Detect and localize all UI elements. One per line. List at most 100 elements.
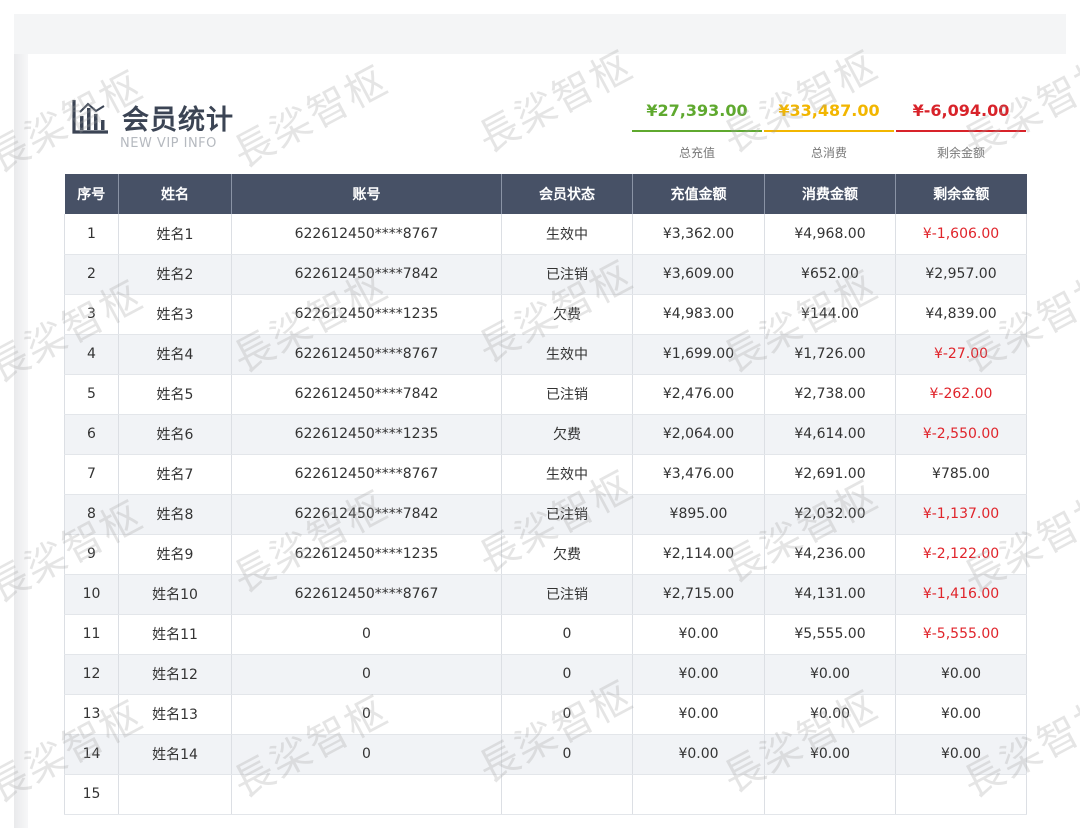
cell-name[interactable]: 姓名1 [118,214,232,255]
column-header-remaining[interactable]: 剩余金额 [895,174,1027,214]
cell-charge[interactable]: ¥2,114.00 [632,534,765,575]
cell-charge[interactable]: ¥2,064.00 [632,414,765,455]
cell-charge[interactable]: ¥2,715.00 [632,574,765,615]
cell-charge[interactable]: ¥0.00 [632,694,765,735]
table-row[interactable]: 1 姓名1 622612450****8767 生效中 ¥3,362.00 ¥4,968.… [64,214,1027,255]
cell-status[interactable]: 生效中 [501,454,633,495]
cell-status[interactable]: 已注销 [501,574,633,615]
table-row[interactable]: 4 姓名4 622612450****8767 生效中 ¥1,699.00 ¥1,726.… [64,334,1027,375]
cell-name[interactable] [118,774,232,815]
cell-name[interactable]: 姓名8 [118,494,232,535]
cell-spend[interactable]: ¥144.00 [764,294,896,335]
cell-charge[interactable] [632,774,765,815]
table-row[interactable]: 9 姓名9 622612450****1235 欠费 ¥2,114.00 ¥4,236.0… [64,534,1027,575]
cell-spend[interactable] [764,774,896,815]
cell-charge[interactable]: ¥3,609.00 [632,254,765,295]
cell-account[interactable]: 622612450****7842 [231,254,502,295]
cell-spend[interactable]: ¥5,555.00 [764,614,896,655]
cell-remaining[interactable] [895,774,1027,815]
cell-index[interactable]: 9 [64,534,119,575]
cell-spend[interactable]: ¥2,032.00 [764,494,896,535]
cell-index[interactable]: 6 [64,414,119,455]
cell-name[interactable]: 姓名13 [118,694,232,735]
table-row[interactable]: 10 姓名10 622612450****8767 已注销 ¥2,715.00 ¥4,13… [64,574,1027,615]
cell-index[interactable]: 1 [64,214,119,255]
cell-account[interactable] [231,774,502,815]
cell-status[interactable]: 0 [501,654,633,695]
column-header-charge[interactable]: 充值金额 [632,174,765,214]
table-row[interactable]: 3 姓名3 622612450****1235 欠费 ¥4,983.00 ¥144.00 ¥… [64,294,1027,335]
cell-name[interactable]: 姓名7 [118,454,232,495]
cell-remaining[interactable]: ¥0.00 [895,694,1027,735]
cell-index[interactable]: 11 [64,614,119,655]
cell-index[interactable]: 5 [64,374,119,415]
table-row[interactable]: 14 姓名14 0 0 ¥0.00 ¥0.00 ¥0.00 [64,734,1027,775]
cell-status[interactable]: 已注销 [501,254,633,295]
cell-status[interactable]: 欠费 [501,534,633,575]
cell-account[interactable]: 0 [231,654,502,695]
cell-remaining[interactable]: ¥-5,555.00 [895,614,1027,655]
cell-index[interactable]: 12 [64,654,119,695]
cell-account[interactable]: 622612450****1235 [231,414,502,455]
cell-account[interactable]: 622612450****8767 [231,574,502,615]
cell-status[interactable]: 0 [501,614,633,655]
cell-spend[interactable]: ¥0.00 [764,734,896,775]
cell-name[interactable]: 姓名2 [118,254,232,295]
cell-account[interactable]: 622612450****8767 [231,214,502,255]
cell-index[interactable]: 8 [64,494,119,535]
cell-spend[interactable]: ¥2,691.00 [764,454,896,495]
column-header-spend[interactable]: 消费金额 [764,174,896,214]
cell-remaining[interactable]: ¥-1,416.00 [895,574,1027,615]
column-header-index[interactable]: 序号 [64,174,119,214]
cell-status[interactable]: 欠费 [501,294,633,335]
cell-charge[interactable]: ¥0.00 [632,614,765,655]
cell-index[interactable]: 3 [64,294,119,335]
cell-account[interactable]: 622612450****7842 [231,374,502,415]
cell-name[interactable]: 姓名11 [118,614,232,655]
cell-remaining[interactable]: ¥-2,122.00 [895,534,1027,575]
cell-charge[interactable]: ¥3,476.00 [632,454,765,495]
cell-account[interactable]: 622612450****8767 [231,454,502,495]
cell-status[interactable]: 0 [501,734,633,775]
cell-spend[interactable]: ¥0.00 [764,694,896,735]
cell-charge[interactable]: ¥0.00 [632,654,765,695]
cell-status[interactable]: 生效中 [501,334,633,375]
cell-account[interactable]: 622612450****1235 [231,294,502,335]
cell-charge[interactable]: ¥4,983.00 [632,294,765,335]
cell-spend[interactable]: ¥652.00 [764,254,896,295]
cell-charge[interactable]: ¥0.00 [632,734,765,775]
cell-status[interactable]: 已注销 [501,494,633,535]
cell-status[interactable] [501,774,633,815]
table-row[interactable]: 11 姓名11 0 0 ¥0.00 ¥5,555.00 ¥-5,555.00 [64,614,1027,655]
cell-spend[interactable]: ¥4,968.00 [764,214,896,255]
cell-index[interactable]: 15 [64,774,119,815]
cell-index[interactable]: 7 [64,454,119,495]
cell-status[interactable]: 已注销 [501,374,633,415]
cell-index[interactable]: 2 [64,254,119,295]
cell-status[interactable]: 生效中 [501,214,633,255]
cell-index[interactable]: 4 [64,334,119,375]
cell-name[interactable]: 姓名6 [118,414,232,455]
cell-remaining[interactable]: ¥-262.00 [895,374,1027,415]
cell-remaining[interactable]: ¥-1,137.00 [895,494,1027,535]
cell-spend[interactable]: ¥4,131.00 [764,574,896,615]
column-header-status[interactable]: 会员状态 [501,174,633,214]
cell-account[interactable]: 622612450****7842 [231,494,502,535]
column-header-account[interactable]: 账号 [231,174,502,214]
cell-remaining[interactable]: ¥-2,550.00 [895,414,1027,455]
cell-charge[interactable]: ¥1,699.00 [632,334,765,375]
table-row[interactable]: 2 姓名2 622612450****7842 已注销 ¥3,609.00 ¥652.00… [64,254,1027,295]
cell-spend[interactable]: ¥4,614.00 [764,414,896,455]
cell-remaining[interactable]: ¥0.00 [895,654,1027,695]
cell-spend[interactable]: ¥4,236.00 [764,534,896,575]
cell-spend[interactable]: ¥0.00 [764,654,896,695]
cell-account[interactable]: 622612450****1235 [231,534,502,575]
table-row[interactable]: 6 姓名6 622612450****1235 欠费 ¥2,064.00 ¥4,614.0… [64,414,1027,455]
table-row[interactable]: 5 姓名5 622612450****7842 已注销 ¥2,476.00 ¥2,738.… [64,374,1027,415]
table-row[interactable]: 12 姓名12 0 0 ¥0.00 ¥0.00 ¥0.00 [64,654,1027,695]
cell-remaining[interactable]: ¥-27.00 [895,334,1027,375]
cell-name[interactable]: 姓名14 [118,734,232,775]
cell-spend[interactable]: ¥2,738.00 [764,374,896,415]
cell-account[interactable]: 0 [231,734,502,775]
cell-name[interactable]: 姓名10 [118,574,232,615]
